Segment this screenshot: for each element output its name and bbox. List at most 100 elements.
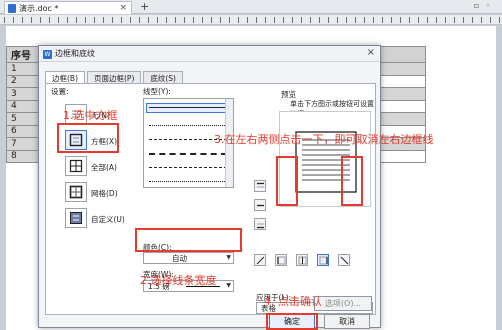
ruler-tick bbox=[355, 17, 356, 23]
dialog-title: 边框和底纹 bbox=[55, 49, 95, 58]
chevron-down-icon: ▼ bbox=[226, 282, 231, 289]
ruler-tick bbox=[490, 17, 491, 23]
setting-custom-label: 自定义(U) bbox=[91, 215, 125, 224]
border-left-icon bbox=[276, 256, 285, 264]
ruler-tick bbox=[22, 17, 23, 23]
diagonal-up-border-button[interactable] bbox=[338, 254, 350, 266]
close-icon[interactable]: × bbox=[367, 47, 375, 58]
highlight-box-right-border bbox=[341, 156, 363, 206]
ruler-tick bbox=[409, 17, 410, 23]
ruler-tick bbox=[229, 17, 230, 23]
ruler-tick bbox=[148, 17, 149, 23]
border-top-icon bbox=[256, 182, 264, 187]
border-diagonal-icon bbox=[256, 256, 264, 264]
ruler-tick bbox=[427, 17, 428, 23]
linestyle-label: 线型(Y): bbox=[143, 87, 171, 96]
highlight-box-left-border bbox=[276, 156, 298, 206]
options-button[interactable]: 选项(O)... bbox=[314, 296, 372, 311]
ruler-tick bbox=[328, 17, 329, 23]
ruler-tick bbox=[103, 17, 104, 23]
ruler-tick bbox=[391, 17, 392, 23]
ruler-tick bbox=[238, 17, 239, 23]
border-middle-icon bbox=[256, 204, 264, 206]
document-tabbar: 演示.doc * × + ▫◦ bbox=[0, 0, 502, 14]
ruler-tick bbox=[463, 17, 464, 23]
ruler-tick bbox=[364, 17, 365, 23]
cancel-button[interactable]: 取消 bbox=[324, 314, 370, 329]
ruler-tick bbox=[445, 17, 446, 23]
left-border-button[interactable] bbox=[275, 254, 287, 266]
document-tab[interactable]: 演示.doc * × bbox=[4, 1, 132, 14]
window-controls-icon[interactable]: ▫◦ bbox=[474, 1, 496, 10]
ruler-tick bbox=[454, 17, 455, 23]
linestyle-long-dash[interactable] bbox=[149, 153, 227, 155]
right-border-button[interactable] bbox=[317, 254, 329, 266]
ruler-tick bbox=[472, 17, 473, 23]
border-all-icon bbox=[69, 159, 83, 173]
new-tab-button[interactable]: + bbox=[140, 0, 149, 13]
ruler-tick bbox=[76, 17, 77, 23]
tab-shading[interactable]: 底纹(S) bbox=[143, 71, 183, 83]
ruler-tick bbox=[301, 17, 302, 23]
linestyle-dash-dot[interactable] bbox=[149, 167, 227, 168]
app-icon: W bbox=[43, 50, 52, 59]
ruler-tick bbox=[193, 17, 194, 23]
bottom-border-button[interactable] bbox=[254, 218, 266, 230]
ruler-tick bbox=[436, 17, 437, 23]
ruler-tick bbox=[256, 17, 257, 23]
ruler-tick bbox=[85, 17, 86, 23]
document-icon bbox=[8, 4, 16, 13]
border-bottom-icon bbox=[256, 223, 264, 228]
ruler-tick bbox=[283, 17, 284, 23]
ruler-tick bbox=[49, 17, 50, 23]
annotation-step4: 4. 点击确认 bbox=[264, 295, 322, 308]
diagonal-down-border-button[interactable] bbox=[254, 254, 266, 266]
ruler-tick bbox=[112, 17, 113, 23]
ruler-tick bbox=[67, 17, 68, 23]
settings-label: 设置: bbox=[51, 87, 69, 96]
ruler-tick bbox=[4, 17, 5, 23]
ruler-tick bbox=[139, 17, 140, 23]
annotation-step1: 1.选中方框 bbox=[63, 109, 118, 122]
inside-horizontal-border-button[interactable] bbox=[254, 199, 266, 211]
linestyle-dotted[interactable] bbox=[149, 125, 227, 126]
border-right-icon bbox=[319, 256, 328, 264]
ruler bbox=[0, 15, 502, 25]
ruler-tick bbox=[13, 17, 14, 23]
border-diagonal-up-icon bbox=[340, 256, 348, 264]
ruler-tick bbox=[157, 17, 158, 23]
annotation-step2: 2.选择线条宽度 bbox=[140, 274, 217, 287]
close-icon[interactable]: × bbox=[119, 3, 127, 13]
tab-page-borders[interactable]: 页面边框(P) bbox=[87, 71, 142, 83]
linestyle-selected[interactable] bbox=[146, 103, 226, 113]
ruler-tick bbox=[481, 17, 482, 23]
highlight-box-width bbox=[135, 228, 242, 252]
linestyle-dash-dot-dot[interactable] bbox=[149, 181, 227, 182]
ruler-tick bbox=[31, 17, 32, 23]
setting-all[interactable] bbox=[65, 156, 87, 176]
setting-all-label: 全部(A) bbox=[91, 163, 117, 172]
inside-vertical-border-button[interactable] bbox=[296, 254, 308, 266]
ruler-tick bbox=[418, 17, 419, 23]
setting-grid[interactable] bbox=[65, 182, 87, 202]
border-center-icon bbox=[298, 256, 306, 264]
tab-borders[interactable]: 边框(B) bbox=[45, 71, 85, 83]
ruler-tick bbox=[310, 17, 311, 23]
ruler-tick bbox=[130, 17, 131, 23]
ruler-tick bbox=[373, 17, 374, 23]
top-border-button[interactable] bbox=[254, 180, 266, 192]
setting-custom[interactable] bbox=[65, 208, 87, 228]
ruler-tick bbox=[211, 17, 212, 23]
ruler-tick bbox=[166, 17, 167, 23]
ruler-tick bbox=[499, 17, 500, 23]
ruler-tick bbox=[40, 17, 41, 23]
linestyle-solid[interactable] bbox=[149, 107, 227, 108]
ruler-tick bbox=[94, 17, 95, 23]
highlight-box-ok bbox=[266, 313, 318, 330]
ruler-tick bbox=[58, 17, 59, 23]
ruler-tick bbox=[400, 17, 401, 23]
annotation-step3: 3.在左右两侧点击一下，即可取消左右边框线 bbox=[214, 133, 434, 146]
color-select[interactable]: 自动 ▼ bbox=[143, 252, 234, 264]
ruler-tick bbox=[337, 17, 338, 23]
highlight-box-setting bbox=[57, 123, 119, 153]
